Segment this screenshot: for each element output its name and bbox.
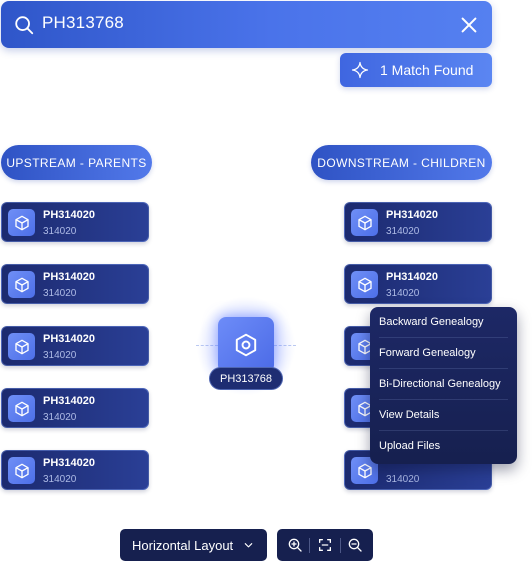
chevron-down-icon bbox=[244, 543, 253, 548]
zoom-in-icon bbox=[288, 538, 302, 552]
menu-item-upload-files[interactable]: Upload Files bbox=[379, 431, 508, 462]
fit-view-icon bbox=[318, 539, 331, 551]
zoom-controls bbox=[277, 529, 373, 561]
search-icon bbox=[15, 16, 34, 35]
cube-icon bbox=[8, 209, 35, 236]
menu-item-bi-directional-genealogy[interactable]: Bi-Directional Genealogy bbox=[379, 369, 508, 400]
node-subtitle: 314020 bbox=[386, 288, 420, 299]
upstream-header[interactable]: UPSTREAM - PARENTS bbox=[1, 145, 152, 180]
match-found-badge: 1 Match Found bbox=[340, 53, 492, 87]
menu-item-view-details[interactable]: View Details bbox=[379, 400, 508, 431]
node-subtitle: 314020 bbox=[43, 226, 77, 237]
close-icon[interactable] bbox=[458, 14, 480, 36]
center-node-label: PH313768 bbox=[209, 367, 283, 390]
center-node[interactable] bbox=[218, 317, 274, 373]
node-title: PH314020 bbox=[43, 395, 95, 407]
upstream-node[interactable]: PH314020 314020 bbox=[1, 450, 149, 490]
node-title: PH314020 bbox=[43, 457, 95, 469]
menu-item-backward-genealogy[interactable]: Backward Genealogy bbox=[379, 307, 508, 338]
downstream-header[interactable]: DOWNSTREAM - CHILDREN bbox=[311, 145, 492, 180]
node-subtitle: 314020 bbox=[386, 226, 420, 237]
upstream-node[interactable]: PH314020 314020 bbox=[1, 264, 149, 304]
upstream-node[interactable]: PH314020 314020 bbox=[1, 326, 149, 366]
upstream-node[interactable]: PH314020 314020 bbox=[1, 388, 149, 428]
fit-view-button[interactable] bbox=[312, 532, 338, 558]
node-subtitle: 314020 bbox=[43, 288, 77, 299]
sparkle-icon bbox=[351, 61, 369, 79]
node-title: PH314020 bbox=[386, 209, 438, 221]
downstream-node[interactable]: PH314020 314020 bbox=[344, 202, 492, 242]
node-subtitle: 314020 bbox=[43, 474, 77, 485]
node-subtitle: 314020 bbox=[386, 474, 420, 485]
zoom-out-button[interactable] bbox=[342, 532, 368, 558]
menu-item-forward-genealogy[interactable]: Forward Genealogy bbox=[379, 338, 508, 369]
node-title: PH314020 bbox=[43, 271, 95, 283]
layout-select-label: Horizontal Layout bbox=[132, 537, 234, 553]
node-title: PH314020 bbox=[43, 333, 95, 345]
node-subtitle: 314020 bbox=[43, 412, 77, 423]
zoom-out-icon bbox=[348, 538, 362, 552]
cube-icon bbox=[351, 271, 378, 298]
node-subtitle: 314020 bbox=[43, 350, 77, 361]
upstream-node[interactable]: PH314020 314020 bbox=[1, 202, 149, 242]
context-menu: Backward Genealogy Forward Genealogy Bi-… bbox=[370, 307, 517, 464]
cube-icon bbox=[8, 333, 35, 360]
downstream-node[interactable]: PH314020 314020 bbox=[344, 264, 492, 304]
zoom-in-button[interactable] bbox=[282, 532, 308, 558]
cube-icon bbox=[8, 457, 35, 484]
node-title: PH314020 bbox=[43, 209, 95, 221]
hexagon-icon bbox=[235, 333, 257, 357]
cube-icon bbox=[8, 271, 35, 298]
cube-icon bbox=[8, 395, 35, 422]
zoom-separator bbox=[339, 537, 341, 553]
match-count-label: 1 Match Found bbox=[380, 62, 474, 78]
search-bar[interactable]: PH313768 bbox=[1, 1, 492, 48]
search-input[interactable]: PH313768 bbox=[42, 13, 124, 33]
node-title: PH314020 bbox=[386, 271, 438, 283]
layout-select[interactable]: Horizontal Layout bbox=[120, 529, 267, 561]
zoom-separator bbox=[309, 537, 311, 553]
cube-icon bbox=[351, 209, 378, 236]
